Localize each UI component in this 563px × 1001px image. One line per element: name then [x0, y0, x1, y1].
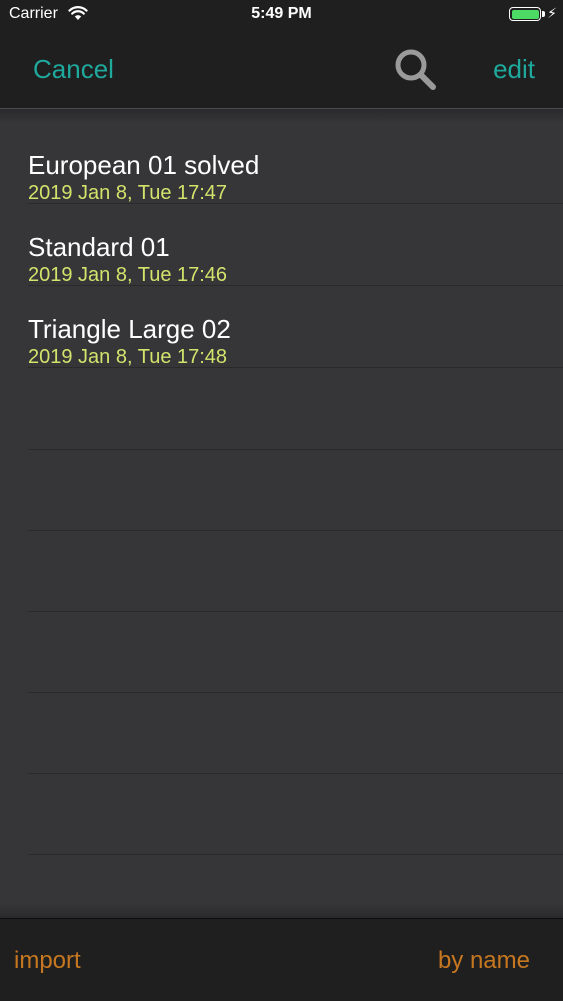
- search-icon[interactable]: [392, 46, 438, 92]
- empty-row: [28, 692, 563, 774]
- empty-row: [28, 530, 563, 612]
- empty-row: [28, 449, 563, 531]
- sort-by-name-button[interactable]: by name: [438, 947, 530, 975]
- import-button[interactable]: import: [14, 947, 81, 975]
- cancel-button[interactable]: Cancel: [33, 54, 114, 85]
- charging-bolt-icon: ⚡: [547, 5, 557, 21]
- empty-row: [28, 611, 563, 693]
- list-item-date: 2019 Jan 8, Tue 17:46: [28, 264, 228, 286]
- list-item-title: Standard 01: [28, 232, 170, 262]
- status-time: 5:49 PM: [251, 5, 312, 22]
- list-item[interactable]: Triangle Large 02 2019 Jan 8, Tue 17:48: [28, 286, 563, 368]
- list-item-title: Triangle Large 02: [28, 314, 231, 344]
- status-bar: Carrier 5:49 PM ⚡: [0, 0, 563, 28]
- empty-row: [28, 368, 563, 450]
- list-item-date: 2019 Jan 8, Tue 17:48: [28, 346, 228, 368]
- edit-button[interactable]: edit: [493, 54, 535, 85]
- bottom-toolbar: import by name: [0, 918, 563, 1001]
- empty-row: [28, 773, 563, 855]
- list-item[interactable]: European 01 solved 2019 Jan 8, Tue 17:47: [28, 122, 563, 204]
- battery-icon: [509, 7, 541, 21]
- list-item-title: European 01 solved: [28, 150, 260, 180]
- puzzle-list: European 01 solved 2019 Jan 8, Tue 17:47…: [0, 109, 563, 918]
- list-item[interactable]: Standard 01 2019 Jan 8, Tue 17:46: [28, 204, 563, 286]
- battery-tip: [542, 11, 545, 17]
- list-item-date: 2019 Jan 8, Tue 17:47: [28, 182, 228, 204]
- navigation-bar: Cancel edit: [0, 28, 563, 109]
